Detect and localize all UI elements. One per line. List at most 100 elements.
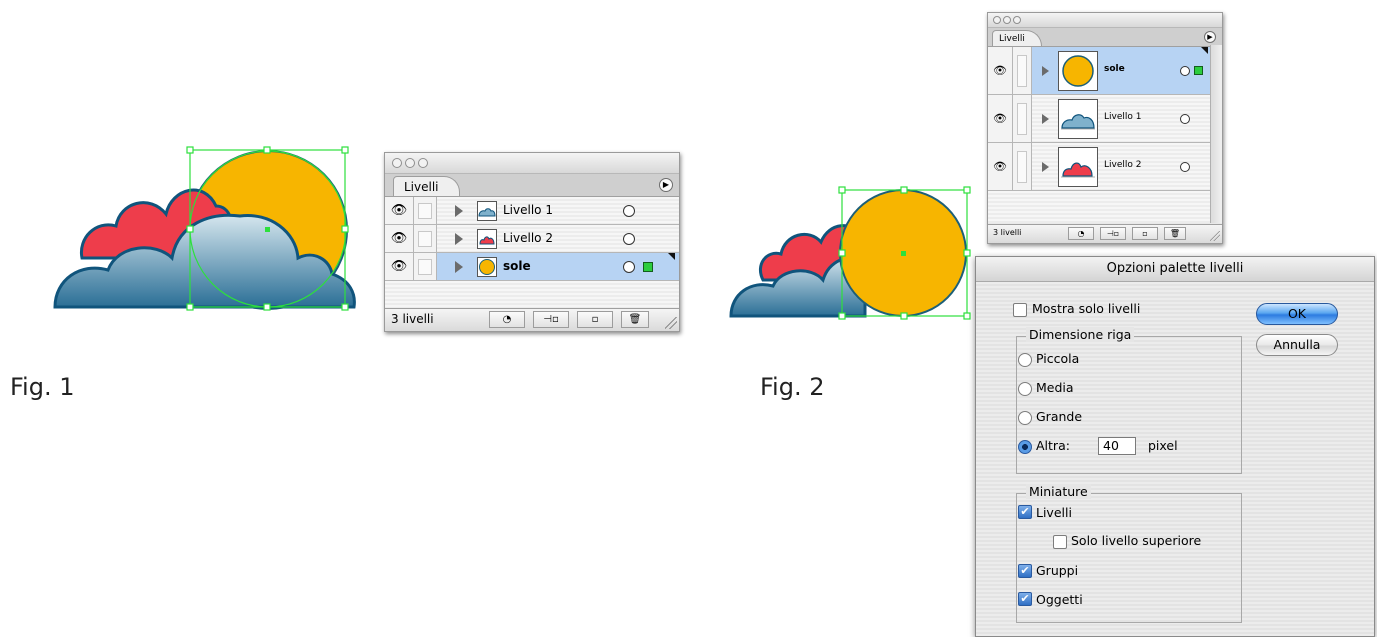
- expand-triangle-icon[interactable]: [455, 233, 463, 245]
- lock-toggle[interactable]: [1017, 150, 1027, 183]
- target-circle-icon[interactable]: [623, 261, 635, 273]
- show-only-layers-checkbox[interactable]: [1013, 303, 1027, 317]
- thumbnails-objects-checkbox[interactable]: ✔: [1018, 592, 1032, 606]
- visibility-cell[interactable]: 👁: [385, 225, 414, 252]
- selection-handle[interactable]: [963, 186, 971, 194]
- row-size-small-label[interactable]: Piccola: [1036, 351, 1079, 366]
- layer-row-livello-2[interactable]: 👁 Livello 2: [988, 143, 1210, 191]
- zoom-dot-icon[interactable]: [418, 158, 428, 168]
- palette-menu-icon[interactable]: ▶: [659, 178, 673, 192]
- lock-toggle[interactable]: [418, 258, 432, 275]
- layer-row-livello-2[interactable]: 👁 Livello 2: [385, 225, 679, 253]
- close-dot-icon[interactable]: [993, 16, 1001, 24]
- row-size-medium-label[interactable]: Media: [1036, 380, 1074, 395]
- minimize-dot-icon[interactable]: [1003, 16, 1011, 24]
- trash-icon[interactable]: 🗑: [621, 311, 649, 328]
- row-size-small-radio[interactable]: [1018, 353, 1032, 367]
- selection-handle[interactable]: [963, 249, 971, 257]
- visibility-cell[interactable]: 👁: [988, 47, 1013, 94]
- new-sublayer-icon[interactable]: ⊣▫: [533, 311, 569, 328]
- palette-titlebar[interactable]: [988, 13, 1222, 28]
- expand-triangle-icon[interactable]: [455, 205, 463, 217]
- ok-button[interactable]: OK: [1256, 303, 1338, 325]
- selection-handle[interactable]: [341, 303, 349, 311]
- row-size-other-radio[interactable]: [1018, 440, 1032, 454]
- thumbnails-top-level-only-label[interactable]: Solo livello superiore: [1071, 533, 1201, 548]
- visibility-cell[interactable]: 👁: [385, 253, 414, 280]
- resize-grip-icon[interactable]: [665, 317, 677, 329]
- target-circle-icon[interactable]: [1180, 114, 1190, 124]
- zoom-dot-icon[interactable]: [1013, 16, 1021, 24]
- expand-triangle-icon[interactable]: [1042, 162, 1049, 172]
- selection-handle[interactable]: [838, 186, 846, 194]
- row-size-other-input[interactable]: 40: [1098, 437, 1136, 455]
- resize-grip-icon[interactable]: [1210, 231, 1220, 241]
- thumbnails-top-level-only-checkbox[interactable]: [1053, 535, 1067, 549]
- visibility-cell[interactable]: 👁: [385, 197, 414, 224]
- tab-livelli[interactable]: Livelli: [393, 176, 460, 196]
- palette-titlebar[interactable]: [385, 153, 679, 174]
- close-dot-icon[interactable]: [392, 158, 402, 168]
- lock-cell[interactable]: [1013, 47, 1032, 94]
- selection-handle[interactable]: [341, 225, 349, 233]
- layer-row-livello-1[interactable]: 👁 Livello 1: [385, 197, 679, 225]
- eye-icon[interactable]: 👁: [993, 64, 1007, 77]
- target-circle-icon[interactable]: [623, 233, 635, 245]
- make-clipping-mask-icon[interactable]: ◔: [489, 311, 525, 328]
- target-circle-icon[interactable]: [1180, 66, 1190, 76]
- visibility-cell[interactable]: 👁: [988, 143, 1013, 190]
- selection-handle[interactable]: [186, 303, 194, 311]
- make-clipping-mask-icon[interactable]: ◔: [1068, 227, 1094, 240]
- selection-handle[interactable]: [838, 312, 846, 320]
- new-layer-icon[interactable]: ▫: [1132, 227, 1158, 240]
- lock-toggle[interactable]: [418, 202, 432, 219]
- lock-toggle[interactable]: [418, 230, 432, 247]
- selection-handle[interactable]: [263, 303, 271, 311]
- row-size-other-label[interactable]: Altra:: [1036, 438, 1070, 453]
- lock-cell[interactable]: [1013, 143, 1032, 190]
- layer-row-sole[interactable]: 👁 sole: [988, 47, 1210, 95]
- lock-cell[interactable]: [414, 197, 437, 224]
- selection-handle[interactable]: [341, 146, 349, 154]
- show-only-layers-label[interactable]: Mostra solo livelli: [1032, 301, 1140, 316]
- selection-handle[interactable]: [838, 249, 846, 257]
- thumbnails-groups-label[interactable]: Gruppi: [1036, 563, 1078, 578]
- selection-handle[interactable]: [900, 186, 908, 194]
- trash-icon[interactable]: 🗑: [1164, 227, 1186, 240]
- palette-menu-icon[interactable]: ▶: [1204, 31, 1216, 43]
- tab-livelli[interactable]: Livelli: [992, 30, 1042, 46]
- selection-handle[interactable]: [263, 146, 271, 154]
- thumbnails-layers-label[interactable]: Livelli: [1036, 505, 1072, 520]
- selection-indicator-icon[interactable]: [643, 262, 653, 272]
- row-size-large-radio[interactable]: [1018, 411, 1032, 425]
- selection-handle[interactable]: [186, 225, 194, 233]
- new-layer-icon[interactable]: ▫: [577, 311, 613, 328]
- lock-cell[interactable]: [1013, 95, 1032, 142]
- expand-triangle-icon[interactable]: [1042, 66, 1049, 76]
- visibility-cell[interactable]: 👁: [988, 95, 1013, 142]
- new-sublayer-icon[interactable]: ⊣▫: [1100, 227, 1126, 240]
- lock-toggle[interactable]: [1017, 102, 1027, 135]
- target-circle-icon[interactable]: [623, 205, 635, 217]
- layer-row-livello-1[interactable]: 👁 Livello 1: [988, 95, 1210, 143]
- selection-indicator-icon[interactable]: [1194, 66, 1203, 75]
- dialog-title[interactable]: Opzioni palette livelli: [976, 257, 1374, 282]
- thumbnails-layers-checkbox[interactable]: ✔: [1018, 505, 1032, 519]
- target-circle-icon[interactable]: [1180, 162, 1190, 172]
- thumbnails-objects-label[interactable]: Oggetti: [1036, 592, 1083, 607]
- thumbnails-groups-checkbox[interactable]: ✔: [1018, 564, 1032, 578]
- selection-handle[interactable]: [963, 312, 971, 320]
- minimize-dot-icon[interactable]: [405, 158, 415, 168]
- lock-cell[interactable]: [414, 225, 437, 252]
- eye-icon[interactable]: 👁: [391, 231, 408, 246]
- selection-handle[interactable]: [186, 146, 194, 154]
- cancel-button[interactable]: Annulla: [1256, 334, 1338, 356]
- lock-cell[interactable]: [414, 253, 437, 280]
- expand-triangle-icon[interactable]: [455, 261, 463, 273]
- eye-icon[interactable]: 👁: [391, 259, 408, 274]
- lock-toggle[interactable]: [1017, 54, 1027, 87]
- eye-icon[interactable]: 👁: [993, 160, 1007, 173]
- row-size-medium-radio[interactable]: [1018, 382, 1032, 396]
- row-size-large-label[interactable]: Grande: [1036, 409, 1082, 424]
- layer-row-sole[interactable]: 👁 sole: [385, 253, 679, 281]
